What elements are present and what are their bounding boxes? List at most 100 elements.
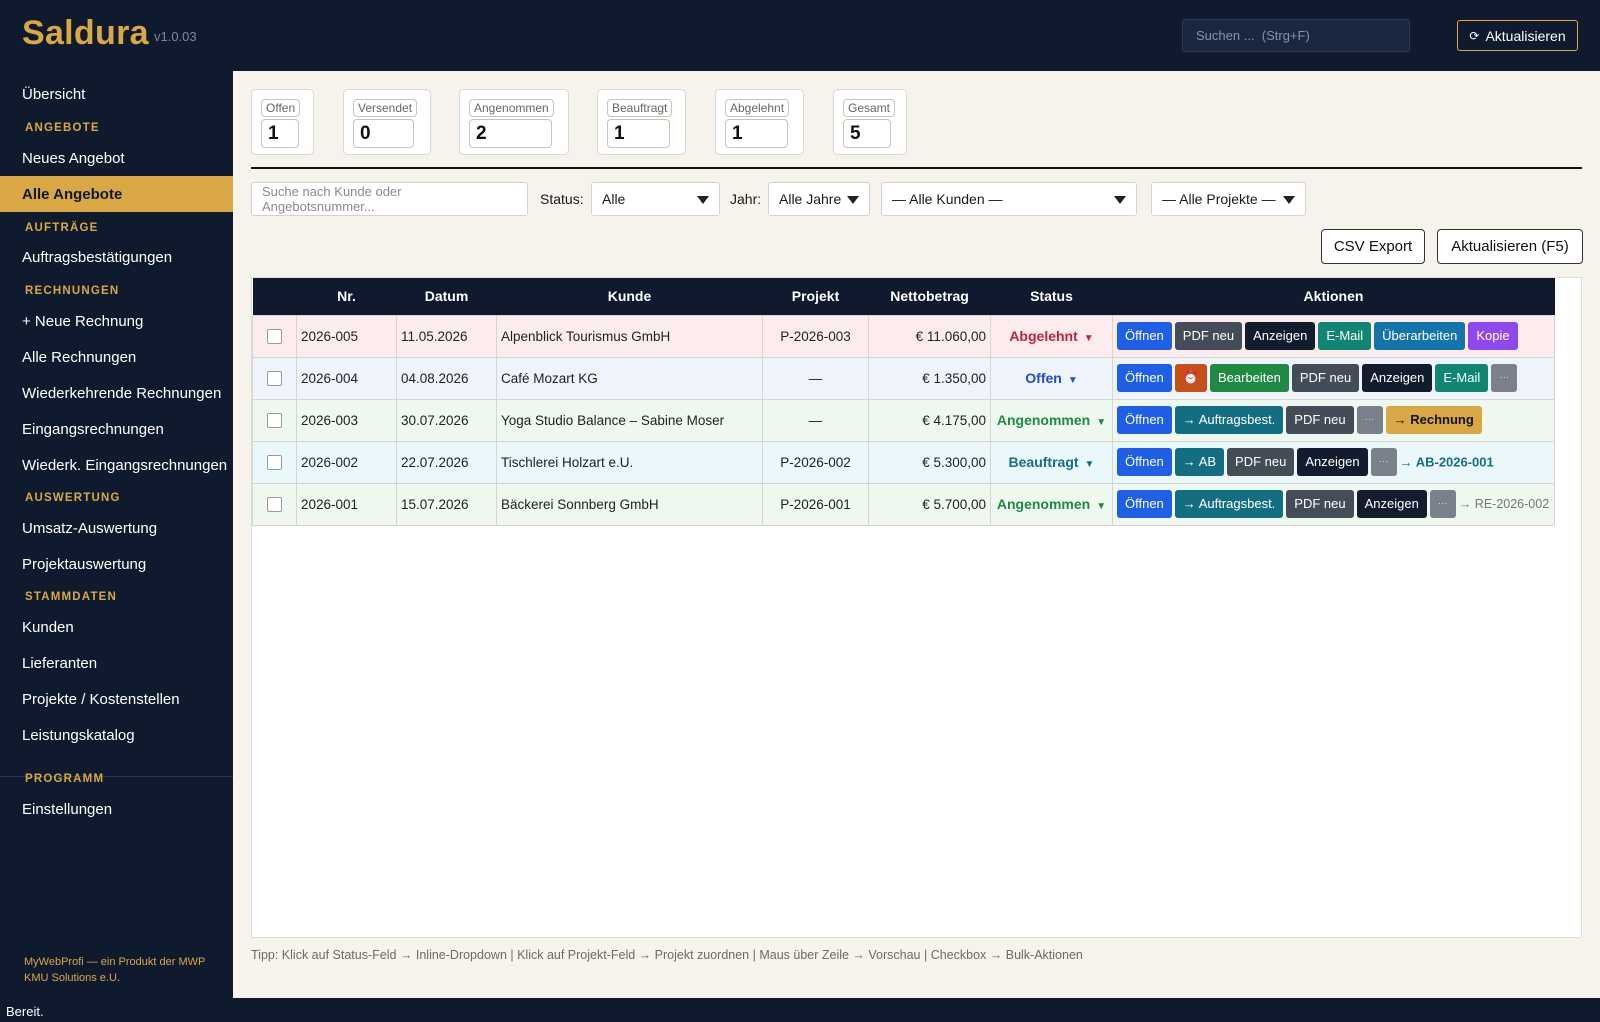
- nav-all-offers[interactable]: Alle Angebote: [0, 176, 233, 212]
- email-button[interactable]: E-Mail: [1435, 364, 1489, 392]
- row-select-cell: [252, 314, 297, 358]
- col-project[interactable]: Projekt: [762, 278, 869, 315]
- table-row[interactable]: 2026-001 15.07.2026 Bäckerei Sonnberg GmbH…: [252, 482, 1555, 526]
- global-search-input[interactable]: [1182, 19, 1410, 52]
- revise-button[interactable]: Überarbeiten: [1374, 322, 1466, 350]
- customer-filter-select[interactable]: — Alle Kunden —: [881, 182, 1137, 216]
- stat-card-offen[interactable]: Offen 1: [251, 89, 314, 155]
- stat-card-beauftragt[interactable]: Beauftragt 1: [597, 89, 686, 155]
- stat-card-gesamt[interactable]: Gesamt 5: [833, 89, 907, 155]
- row-checkbox[interactable]: [267, 370, 282, 386]
- cell-project[interactable]: —: [762, 356, 869, 400]
- refresh-button[interactable]: ⟳ Aktualisieren: [1457, 20, 1578, 51]
- nav-order-confirmations[interactable]: Auftragsbestätigungen: [0, 239, 233, 275]
- nav-customers[interactable]: Kunden: [0, 609, 233, 645]
- cell-status[interactable]: Abgelehnt ▼: [990, 314, 1113, 358]
- linked-document-ref[interactable]: → AB-2026-001: [1400, 455, 1494, 470]
- open-button[interactable]: Öffnen: [1117, 364, 1172, 392]
- pdf-new-button[interactable]: PDF neu: [1174, 322, 1243, 350]
- cell-nr: 2026-004: [296, 356, 397, 400]
- copy-button[interactable]: Kopie: [1468, 322, 1518, 350]
- view-button[interactable]: Anzeigen: [1297, 448, 1368, 476]
- cell-status[interactable]: Angenommen ▼: [990, 482, 1113, 526]
- more-button[interactable]: ···: [1356, 406, 1383, 434]
- row-checkbox[interactable]: [267, 328, 282, 344]
- nav-all-invoices[interactable]: Alle Rechnungen: [0, 339, 233, 375]
- cell-project[interactable]: —: [762, 398, 869, 442]
- linked-document-ref[interactable]: → RE-2026-002: [1459, 497, 1549, 511]
- cell-project[interactable]: P-2026-003: [762, 314, 869, 358]
- pdf-new-button[interactable]: PDF neu: [1291, 364, 1360, 392]
- table-row[interactable]: 2026-004 04.08.2026 Café Mozart KG — € 1.350…: [252, 356, 1555, 400]
- cell-amount: € 5.700,00: [868, 482, 991, 526]
- open-button[interactable]: Öffnen: [1117, 448, 1172, 476]
- open-button[interactable]: Öffnen: [1117, 406, 1172, 434]
- nav-projects[interactable]: Projekte / Kostenstellen: [0, 681, 233, 717]
- status-filter-select[interactable]: Alle: [591, 182, 720, 216]
- cell-status[interactable]: Beauftragt ▼: [990, 440, 1113, 484]
- nav-catalog[interactable]: Leistungskatalog: [0, 717, 233, 753]
- nav-suppliers[interactable]: Lieferanten: [0, 645, 233, 681]
- col-customer[interactable]: Kunde: [496, 278, 763, 315]
- nav-recurring-incoming[interactable]: Wiederk. Eingangsrechnungen: [0, 447, 233, 483]
- nav-settings[interactable]: Einstellungen: [0, 791, 233, 827]
- more-button[interactable]: ···: [1370, 448, 1397, 476]
- nav-recurring-invoices[interactable]: Wiederkehrende Rechnungen: [0, 375, 233, 411]
- stat-card-angenommen[interactable]: Angenommen 2: [459, 89, 569, 155]
- cell-project[interactable]: P-2026-002: [762, 440, 869, 484]
- row-checkbox[interactable]: [267, 454, 282, 470]
- to-ab-button[interactable]: → AB: [1174, 448, 1225, 476]
- cell-project[interactable]: P-2026-001: [762, 482, 869, 526]
- more-button[interactable]: ···: [1491, 364, 1518, 392]
- to-order-confirmation-button[interactable]: → Auftragsbest.: [1174, 490, 1284, 518]
- table-row[interactable]: 2026-005 11.05.2026 Alpenblick Tourismus G…: [252, 314, 1555, 358]
- table-row[interactable]: 2026-002 22.07.2026 Tischlerei Holzart e.U…: [252, 440, 1555, 484]
- pdf-new-button[interactable]: PDF neu: [1286, 406, 1354, 434]
- row-checkbox[interactable]: [267, 496, 282, 512]
- col-date[interactable]: Datum: [396, 278, 497, 315]
- pdf-new-button[interactable]: PDF neu: [1286, 490, 1354, 518]
- table-row[interactable]: 2026-003 30.07.2026 Yoga Studio Balance – …: [252, 398, 1555, 442]
- stat-card-abgelehnt[interactable]: Abgelehnt 1: [715, 89, 804, 155]
- row-checkbox[interactable]: [267, 412, 282, 428]
- stat-label: Versendet: [353, 99, 418, 117]
- col-status[interactable]: Status: [990, 278, 1113, 315]
- stat-value: 1: [725, 119, 788, 148]
- nav-incoming-invoices[interactable]: Eingangsrechnungen: [0, 411, 233, 447]
- email-button[interactable]: E-Mail: [1318, 322, 1372, 350]
- to-order-confirmation-button[interactable]: → Auftragsbest.: [1174, 406, 1284, 434]
- status-label: Abgelehnt: [1009, 328, 1078, 344]
- col-nr[interactable]: Nr.: [296, 278, 397, 315]
- year-filter-select[interactable]: Alle Jahre: [768, 182, 870, 216]
- cell-date: 30.07.2026: [396, 398, 497, 442]
- offers-table-panel: Nr. Datum Kunde Projekt Nettobetrag Stat…: [251, 277, 1582, 938]
- reminder-button[interactable]: ⏰: [1174, 364, 1207, 392]
- view-button[interactable]: Anzeigen: [1356, 490, 1427, 518]
- nav-new-invoice[interactable]: + Neue Rechnung: [0, 303, 233, 339]
- project-filter-select[interactable]: — Alle Projekte —: [1151, 182, 1306, 216]
- csv-export-button[interactable]: CSV Export: [1321, 229, 1425, 264]
- nav-revenue-report[interactable]: Umsatz-Auswertung: [0, 510, 233, 546]
- chevron-down-icon: [1114, 196, 1126, 204]
- open-button[interactable]: Öffnen: [1117, 322, 1172, 350]
- refresh-f5-button[interactable]: Aktualisieren (F5): [1437, 229, 1583, 264]
- more-button[interactable]: ···: [1429, 490, 1456, 518]
- offer-search-input[interactable]: Suche nach Kunde oder Angebotsnummer...: [251, 182, 528, 216]
- customer-filter-value: — Alle Kunden —: [892, 191, 1003, 207]
- nav-overview[interactable]: Übersicht: [0, 76, 233, 112]
- cell-nr: 2026-002: [296, 440, 397, 484]
- edit-button[interactable]: Bearbeiten: [1209, 364, 1289, 392]
- view-button[interactable]: Anzeigen: [1245, 322, 1316, 350]
- stat-card-versendet[interactable]: Versendet 0: [343, 89, 431, 155]
- cell-status[interactable]: Angenommen ▼: [990, 398, 1113, 442]
- status-bar: Bereit.: [0, 998, 1600, 1022]
- pdf-new-button[interactable]: PDF neu: [1227, 448, 1295, 476]
- nav-new-offer[interactable]: Neues Angebot: [0, 140, 233, 176]
- cell-nr: 2026-003: [296, 398, 397, 442]
- col-amount[interactable]: Nettobetrag: [868, 278, 991, 315]
- nav-project-report[interactable]: Projektauswertung: [0, 546, 233, 582]
- view-button[interactable]: Anzeigen: [1362, 364, 1433, 392]
- cell-status[interactable]: Offen ▼: [990, 356, 1113, 400]
- to-invoice-button[interactable]: → Rechnung: [1385, 406, 1482, 434]
- open-button[interactable]: Öffnen: [1117, 490, 1172, 518]
